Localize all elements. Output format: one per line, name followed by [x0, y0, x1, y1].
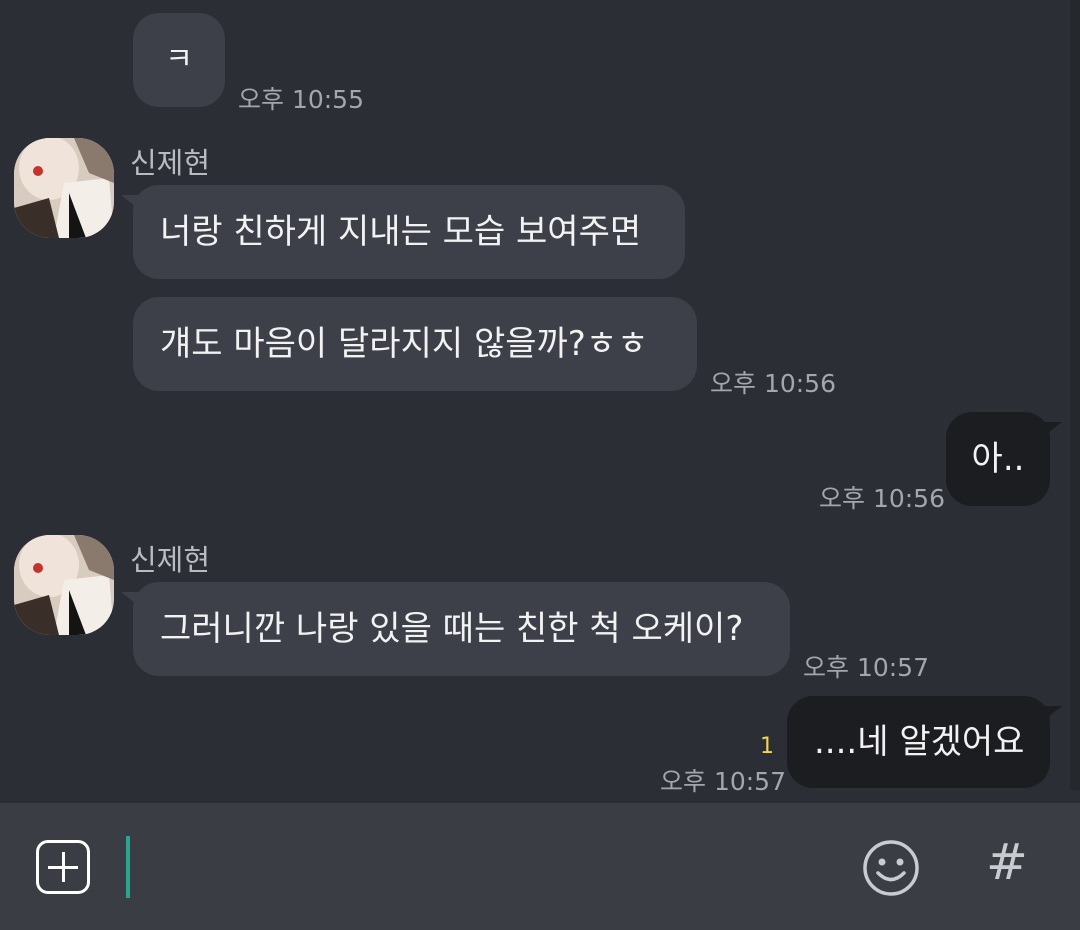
text-cursor	[126, 836, 130, 898]
message-bubble[interactable]: ㅋ	[133, 13, 225, 107]
message-input[interactable]	[126, 823, 826, 913]
sender-name: 신제현	[130, 146, 211, 180]
message-time: 오후 10:56	[710, 369, 836, 398]
message-text: 아..	[971, 439, 1025, 479]
message-text: ㅋ	[165, 42, 193, 77]
message-time: 오후 10:57	[660, 767, 786, 796]
message-bubble[interactable]: 걔도 마음이 달라지지 않을까?ㅎㅎ	[133, 297, 697, 391]
smiley-icon[interactable]	[862, 839, 920, 897]
hash-icon[interactable]: #	[986, 837, 1028, 887]
plus-square-icon[interactable]	[36, 840, 90, 894]
message-text: 그러니깐 나랑 있을 때는 친한 척 오케이?	[160, 609, 744, 649]
message-time: 오후 10:57	[803, 653, 929, 682]
avatar[interactable]	[14, 138, 114, 238]
message-time: 오후 10:55	[238, 85, 364, 114]
avatar[interactable]	[14, 535, 114, 635]
message-text: ....네 알겠어요	[814, 722, 1025, 762]
message-bubble[interactable]: 아..	[946, 412, 1062, 506]
unread-count: 1	[760, 734, 774, 759]
message-bubble[interactable]: ....네 알겠어요	[787, 696, 1062, 788]
message-bubble[interactable]: 그러니깐 나랑 있을 때는 친한 척 오케이?	[121, 582, 790, 676]
message-input-bar: #	[0, 803, 1080, 930]
chat-area[interactable]: ㅋ 오후 10:55 신제현 너랑 친하게 지내는 모습 보여주면 걔도 마음이…	[0, 0, 1080, 803]
message-bubble[interactable]: 너랑 친하게 지내는 모습 보여주면	[121, 185, 685, 279]
avatar-photo	[14, 535, 114, 635]
avatar-photo	[14, 138, 114, 238]
message-text: 너랑 친하게 지내는 모습 보여주면	[160, 212, 642, 252]
message-time: 오후 10:56	[819, 484, 945, 513]
message-text: 걔도 마음이 달라지지 않을까?ㅎㅎ	[160, 324, 649, 364]
scrollbar[interactable]	[1070, 0, 1080, 790]
sender-name: 신제현	[130, 543, 211, 577]
